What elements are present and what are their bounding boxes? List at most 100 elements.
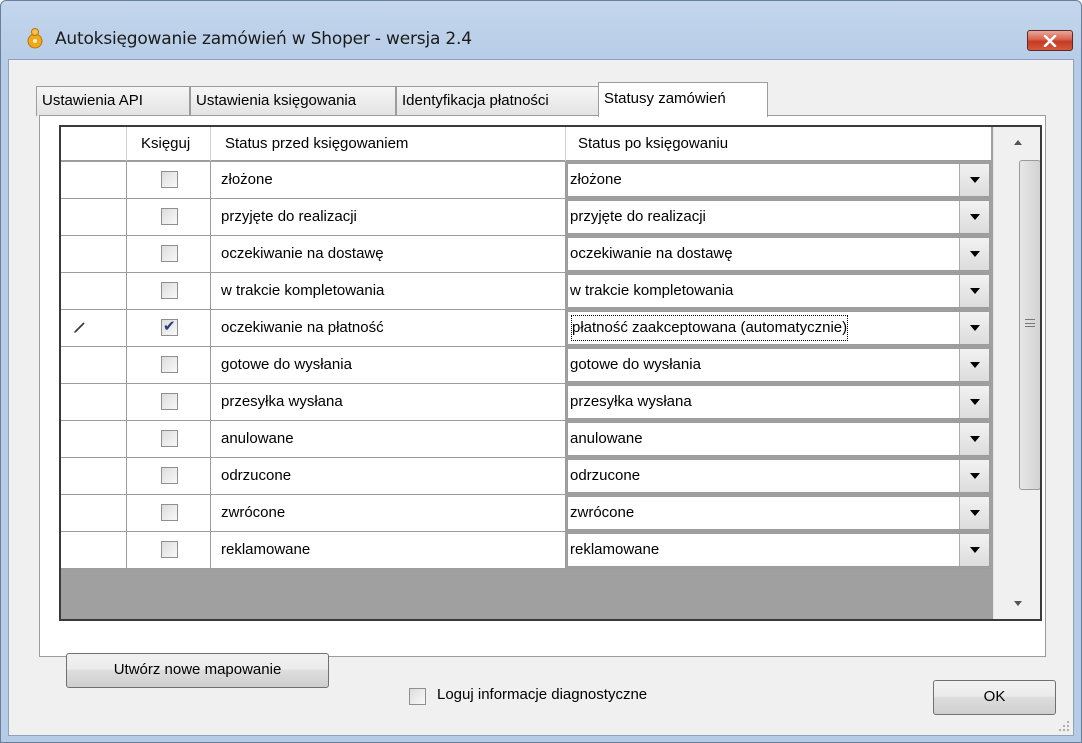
- status-after-dropdown[interactable]: płatność zaakceptowana (automatycznie): [567, 311, 990, 345]
- post-checkbox[interactable]: [161, 504, 178, 521]
- status-after-dropdown[interactable]: przesyłka wysłana: [567, 385, 990, 419]
- row-selector[interactable]: [61, 236, 127, 273]
- status-after-dropdown[interactable]: gotowe do wysłania: [567, 348, 990, 382]
- status-after-dropdown[interactable]: przyjęte do realizacji: [567, 200, 990, 234]
- post-checkbox[interactable]: [161, 393, 178, 410]
- tab-label: Identyfikacja płatności: [402, 92, 549, 109]
- table-row[interactable]: przyjęte do realizacji przyjęte do realiz…: [61, 199, 991, 236]
- status-after-cell: przyjęte do realizacji: [566, 199, 991, 236]
- grid-header: Księguj Status przed księgowaniem Status…: [61, 127, 991, 161]
- tab-payment-identification[interactable]: Identyfikacja płatności: [396, 86, 600, 116]
- status-mapping-grid: Księguj Status przed księgowaniem Status…: [59, 125, 1042, 621]
- dropdown-button[interactable]: [959, 312, 989, 344]
- table-row[interactable]: zwrócone zwrócone: [61, 495, 991, 532]
- row-selector[interactable]: [61, 310, 127, 347]
- post-checkbox[interactable]: [161, 467, 178, 484]
- post-checkbox[interactable]: ✔: [161, 317, 178, 336]
- table-row[interactable]: przesyłka wysłana przesyłka wysłana: [61, 384, 991, 421]
- dropdown-value: płatność zaakceptowana (automatycznie): [568, 312, 851, 344]
- table-row[interactable]: anulowane anulowane: [61, 421, 991, 458]
- tab-order-statuses[interactable]: Statusy zamówień: [598, 82, 768, 117]
- status-before-cell: anulowane: [211, 421, 566, 458]
- dropdown-button[interactable]: [959, 164, 989, 196]
- header-post[interactable]: Księguj: [127, 127, 211, 161]
- log-diagnostics-checkbox[interactable]: [409, 688, 426, 705]
- table-row[interactable]: ✔ oczekiwanie na płatność płatność zaakcep…: [61, 310, 991, 347]
- dropdown-value: w trakcie kompletowania: [570, 282, 734, 299]
- row-selector[interactable]: [61, 347, 127, 384]
- pencil-icon: [74, 322, 85, 333]
- order-statuses-panel: Księguj Status przed księgowaniem Status…: [39, 115, 1046, 688]
- scroll-up-button[interactable]: [994, 127, 1040, 157]
- tab-posting-settings[interactable]: Ustawienia księgowania: [190, 86, 396, 116]
- table-row[interactable]: oczekiwanie na dostawę oczekiwanie na dos…: [61, 236, 991, 273]
- table-row[interactable]: reklamowane reklamowane: [61, 532, 991, 569]
- dropdown-button[interactable]: [959, 238, 989, 270]
- status-after-dropdown[interactable]: złożone: [567, 163, 990, 197]
- dropdown-button[interactable]: [959, 275, 989, 307]
- header-status-before[interactable]: Status przed księgowaniem: [211, 127, 566, 161]
- header-row-selector: [61, 127, 127, 161]
- post-cell: [127, 236, 211, 273]
- status-after-dropdown[interactable]: reklamowane: [567, 533, 990, 567]
- table-row[interactable]: odrzucone odrzucone: [61, 458, 991, 495]
- status-before-cell: oczekiwanie na płatność: [211, 310, 566, 347]
- header-status-after[interactable]: Status po księgowaniu: [566, 127, 991, 161]
- dialog-window: Autoksięgowanie zamówień w Shoper - wers…: [0, 0, 1082, 743]
- close-button[interactable]: [1027, 30, 1073, 51]
- row-selector[interactable]: [61, 421, 127, 458]
- app-icon: [27, 28, 43, 49]
- dropdown-button[interactable]: [959, 423, 989, 455]
- table-row[interactable]: w trakcie kompletowania w trakcie komplet…: [61, 273, 991, 310]
- status-after-dropdown[interactable]: odrzucone: [567, 459, 990, 493]
- post-checkbox[interactable]: [161, 282, 178, 299]
- dropdown-button[interactable]: [959, 349, 989, 381]
- resize-grip-icon[interactable]: [1058, 720, 1070, 732]
- status-before-cell: reklamowane: [211, 532, 566, 569]
- row-selector[interactable]: [61, 384, 127, 421]
- status-after-cell: anulowane: [566, 421, 991, 458]
- tab-label: Ustawienia księgowania: [196, 92, 357, 109]
- dropdown-button[interactable]: [959, 460, 989, 492]
- row-selector[interactable]: [61, 495, 127, 532]
- ok-button[interactable]: OK: [933, 680, 1056, 715]
- row-selector[interactable]: [61, 199, 127, 236]
- tab-label: Statusy zamówień: [604, 90, 726, 107]
- dropdown-value: odrzucone: [570, 467, 641, 484]
- status-after-dropdown[interactable]: anulowane: [567, 422, 990, 456]
- status-after-cell: gotowe do wysłania: [566, 347, 991, 384]
- table-row[interactable]: złożone złożone: [61, 162, 991, 199]
- post-checkbox[interactable]: [161, 356, 178, 373]
- tab-label: Ustawienia API: [42, 92, 143, 109]
- tab-api-settings[interactable]: Ustawienia API: [36, 86, 190, 116]
- dropdown-button[interactable]: [959, 534, 989, 566]
- status-after-dropdown[interactable]: zwrócone: [567, 496, 990, 530]
- dropdown-button[interactable]: [959, 201, 989, 233]
- dropdown-button[interactable]: [959, 386, 989, 418]
- row-selector[interactable]: [61, 273, 127, 310]
- status-after-dropdown[interactable]: w trakcie kompletowania: [567, 274, 990, 308]
- post-cell: [127, 384, 211, 421]
- post-checkbox[interactable]: [161, 208, 178, 225]
- table-row[interactable]: gotowe do wysłania gotowe do wysłania: [61, 347, 991, 384]
- row-selector[interactable]: [61, 458, 127, 495]
- status-after-dropdown[interactable]: oczekiwanie na dostawę: [567, 237, 990, 271]
- title-bar[interactable]: Autoksięgowanie zamówień w Shoper - wers…: [1, 1, 1081, 57]
- dropdown-button[interactable]: [959, 497, 989, 529]
- post-checkbox[interactable]: [161, 430, 178, 447]
- post-checkbox[interactable]: [161, 245, 178, 262]
- chevron-down-icon: [970, 399, 980, 405]
- create-new-mapping-button[interactable]: Utwórz nowe mapowanie: [66, 653, 329, 688]
- row-selector[interactable]: [61, 532, 127, 569]
- status-before-cell: przyjęte do realizacji: [211, 199, 566, 236]
- post-checkbox[interactable]: [161, 541, 178, 558]
- scroll-down-button[interactable]: [994, 589, 1040, 619]
- chevron-down-icon: [970, 325, 980, 331]
- post-checkbox[interactable]: [161, 171, 178, 188]
- checkmark-icon: ✔: [163, 317, 176, 335]
- scroll-thumb[interactable]: [1019, 160, 1040, 490]
- vertical-scrollbar[interactable]: [993, 127, 1040, 619]
- dropdown-value: przesyłka wysłana: [570, 393, 692, 410]
- row-selector[interactable]: [61, 162, 127, 199]
- post-cell: [127, 458, 211, 495]
